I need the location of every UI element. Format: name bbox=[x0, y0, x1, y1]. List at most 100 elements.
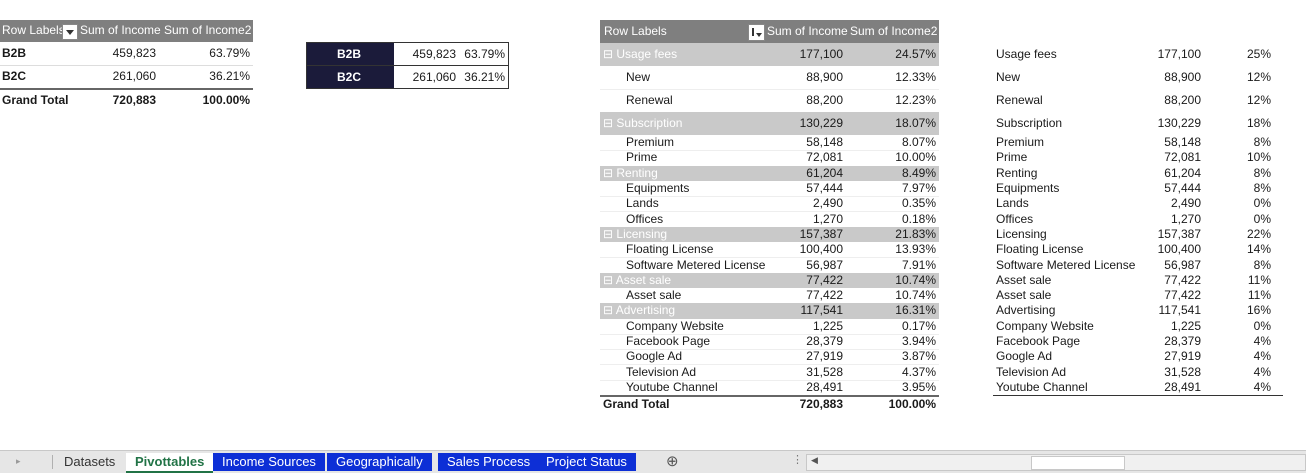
row-income: 157,387 bbox=[1157, 226, 1201, 241]
table-row[interactable]: Offices 1,270 0% bbox=[993, 212, 1283, 227]
table-row[interactable]: New 88,900 12.33% bbox=[600, 66, 939, 90]
table-row[interactable]: B2B 459,823 63.79% bbox=[307, 43, 508, 66]
sheet-tab-datasets[interactable]: Datasets bbox=[55, 453, 124, 471]
row-label: ⊟ Asset sale bbox=[603, 272, 672, 287]
table-row[interactable]: B2B 459,823 63.79% bbox=[0, 43, 253, 66]
table-row[interactable]: Lands 2,490 0.35% bbox=[600, 196, 939, 213]
grand-total-row[interactable]: Grand Total 720,883 100.00% bbox=[600, 395, 939, 413]
table-row[interactable]: Company Website 1,225 0.17% bbox=[600, 319, 939, 335]
row-income: 28,379 bbox=[1164, 334, 1201, 349]
row-income: 28,491 bbox=[806, 379, 843, 394]
table-row[interactable]: Equipments 57,444 7.97% bbox=[600, 181, 939, 198]
pivot1-header-row-labels: Row Labels bbox=[2, 23, 62, 37]
sheet-tab-geographically[interactable]: Geographically bbox=[327, 453, 432, 471]
scrollbar-thumb[interactable] bbox=[1031, 456, 1125, 470]
horizontal-scrollbar[interactable]: ◀ bbox=[806, 454, 1306, 471]
pivot2-group-row[interactable]: ⊟ Asset sale 77,422 10.74% bbox=[600, 272, 939, 288]
table-row[interactable]: B2C 261,060 36.21% bbox=[0, 66, 253, 88]
table-row[interactable]: Equipments 57,444 8% bbox=[993, 181, 1283, 196]
row-income: 177,100 bbox=[1157, 47, 1201, 61]
row-pct: 12.33% bbox=[895, 70, 936, 84]
row-pct: 12.23% bbox=[895, 93, 936, 107]
row-pct: 0.17% bbox=[901, 318, 936, 333]
table-row[interactable]: Renewal 88,200 12.23% bbox=[600, 89, 939, 113]
sheet-tab-sales-process[interactable]: Sales Process bbox=[438, 453, 540, 471]
table-row[interactable]: Prime 72,081 10.00% bbox=[600, 150, 939, 167]
table-row[interactable]: Floating License 100,400 14% bbox=[993, 242, 1283, 257]
row-income: 72,081 bbox=[806, 150, 843, 165]
row-pct: 4.37% bbox=[901, 364, 936, 379]
pivot2-group-row[interactable]: ⊟ Advertising 117,541 16.31% bbox=[600, 303, 939, 319]
total-pct: 100.00% bbox=[888, 397, 936, 412]
table-row[interactable]: Offices 1,270 0.18% bbox=[600, 212, 939, 228]
pivot2-group-row[interactable]: ⊟ Usage fees 177,100 24.57% bbox=[600, 43, 939, 66]
table-row[interactable]: Company Website 1,225 0% bbox=[993, 319, 1283, 334]
row-pct: 14% bbox=[1246, 242, 1271, 257]
row-pct: 4% bbox=[1253, 334, 1271, 349]
row-pct: 4% bbox=[1253, 349, 1271, 364]
scroll-left-icon[interactable]: ◀ bbox=[811, 455, 818, 466]
table-row[interactable]: Advertising 117,541 16% bbox=[993, 303, 1283, 318]
table-row[interactable]: Asset sale 77,422 11% bbox=[993, 273, 1283, 288]
table-row[interactable]: Usage fees 177,100 25% bbox=[993, 43, 1283, 66]
table-row[interactable]: Lands 2,490 0% bbox=[993, 196, 1283, 211]
row-label: B2B bbox=[2, 46, 27, 60]
pivot2-group-row[interactable]: ⊟ Subscription 130,229 18.07% bbox=[600, 112, 939, 135]
row-pct: 8.49% bbox=[901, 165, 936, 180]
filter-dropdown-icon[interactable] bbox=[62, 24, 78, 40]
row-label: New bbox=[626, 70, 651, 84]
more-options-icon[interactable]: ⋮ bbox=[792, 453, 803, 466]
table-row[interactable]: Premium 58,148 8.07% bbox=[600, 135, 939, 152]
table-row[interactable]: Youtube Channel 28,491 4% bbox=[993, 379, 1283, 397]
pivot2-group-row[interactable]: ⊟ Licensing 157,387 21.83% bbox=[600, 226, 939, 243]
pivot2-group-row[interactable]: ⊟ Renting 61,204 8.49% bbox=[600, 165, 939, 181]
sort-filter-icon[interactable] bbox=[748, 24, 765, 41]
row-pct: 13.93% bbox=[895, 242, 936, 257]
table-row[interactable]: Asset sale 77,422 10.74% bbox=[600, 288, 939, 305]
table-row[interactable]: Subscription 130,229 18% bbox=[993, 112, 1283, 135]
mini-summary-table: B2B 459,823 63.79% B2C 261,060 36.21% bbox=[306, 42, 509, 89]
table-row[interactable]: Television Ad 31,528 4% bbox=[993, 365, 1283, 380]
table-row[interactable]: Software Metered License 56,987 8% bbox=[993, 257, 1283, 272]
table-row[interactable]: Renting 61,204 8% bbox=[993, 166, 1283, 181]
table-row[interactable]: Prime 72,081 10% bbox=[993, 150, 1283, 165]
table-row[interactable]: Renewal 88,200 12% bbox=[993, 89, 1283, 112]
row-income: 28,379 bbox=[806, 334, 843, 349]
row-income: 459,823 bbox=[112, 46, 156, 60]
row-income: 88,200 bbox=[1164, 93, 1201, 107]
row-label: Lands bbox=[996, 196, 1029, 211]
row-income: 77,422 bbox=[806, 288, 843, 303]
sheet-tab-pivottables[interactable]: Pivottables bbox=[126, 453, 214, 473]
table-row[interactable]: B2C 261,060 36.21% bbox=[307, 66, 508, 88]
table-row[interactable]: Floating License 100,400 13.93% bbox=[600, 242, 939, 259]
table-row[interactable]: Licensing 157,387 22% bbox=[993, 227, 1283, 242]
row-income: 77,422 bbox=[1164, 272, 1201, 287]
row-income: 58,148 bbox=[806, 135, 843, 150]
row-pct: 8% bbox=[1253, 181, 1271, 196]
table-row[interactable]: Youtube Channel 28,491 3.95% bbox=[600, 379, 939, 397]
row-income: 1,225 bbox=[812, 318, 843, 333]
table-row[interactable]: New 88,900 12% bbox=[993, 66, 1283, 89]
sheet-tab-project-status[interactable]: Project Status bbox=[537, 453, 636, 471]
table-row[interactable]: Facebook Page 28,379 3.94% bbox=[600, 334, 939, 351]
row-label: Licensing bbox=[996, 226, 1047, 241]
row-label: New bbox=[996, 70, 1021, 84]
table-row[interactable]: Google Ad 27,919 4% bbox=[993, 349, 1283, 364]
plus-circle-icon[interactable]: ⊕ bbox=[666, 452, 679, 470]
table-row[interactable]: Software Metered License 56,987 7.91% bbox=[600, 257, 939, 274]
grand-total-row[interactable]: Grand Total 720,883 100.00% bbox=[0, 88, 253, 110]
row-pct: 25% bbox=[1246, 47, 1271, 61]
row-income: 1,270 bbox=[812, 211, 843, 226]
row-pct: 3.87% bbox=[901, 349, 936, 364]
table-row[interactable]: Asset sale 77,422 11% bbox=[993, 288, 1283, 303]
row-label: Youtube Channel bbox=[996, 379, 1088, 394]
table-row[interactable]: Television Ad 31,528 4.37% bbox=[600, 365, 939, 381]
table-row[interactable]: Google Ad 27,919 3.87% bbox=[600, 349, 939, 366]
sheet-tab-income-sources[interactable]: Income Sources bbox=[213, 453, 325, 471]
pivot2-header-income: Sum of Income bbox=[767, 24, 848, 38]
row-pct: 4% bbox=[1253, 364, 1271, 379]
row-income: 61,204 bbox=[806, 165, 843, 180]
table-row[interactable]: Premium 58,148 8% bbox=[993, 135, 1283, 150]
triangle-left-icon[interactable]: ▸ bbox=[16, 456, 21, 467]
table-row[interactable]: Facebook Page 28,379 4% bbox=[993, 334, 1283, 349]
